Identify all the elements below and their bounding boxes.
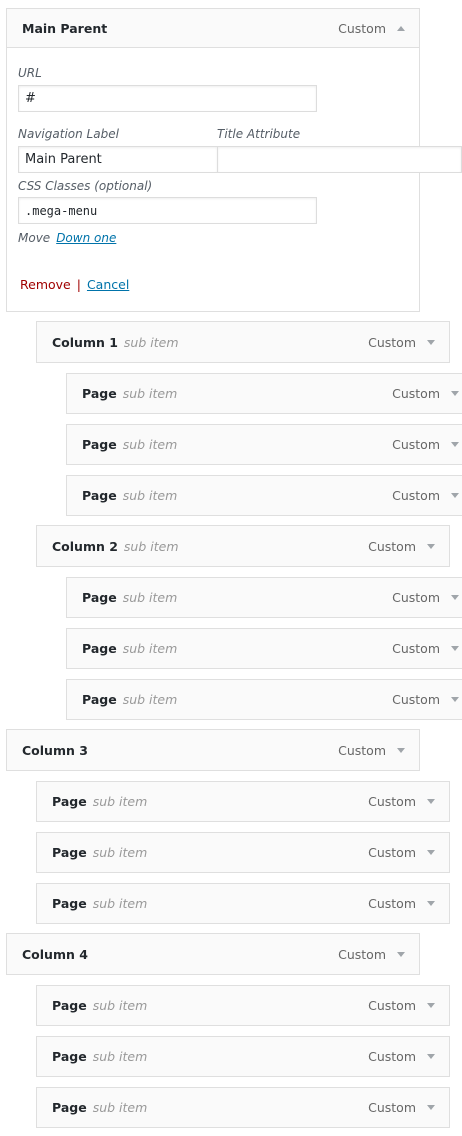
menu-item-subtitle: sub item bbox=[122, 488, 178, 503]
menu-item-subtitle: sub item bbox=[92, 1049, 148, 1064]
menu-item-page[interactable]: Page sub item Custom bbox=[36, 832, 450, 873]
url-input[interactable]: # bbox=[18, 85, 317, 112]
menu-item-title: Page bbox=[82, 386, 117, 401]
expand-arrow-icon[interactable] bbox=[451, 493, 459, 498]
menu-item-title: Column 2 bbox=[52, 538, 118, 554]
menu-item-subtitle: sub item bbox=[123, 538, 179, 554]
menu-item-main-parent[interactable]: Main Parent Custom bbox=[6, 8, 420, 48]
menu-item-title: Page bbox=[52, 794, 87, 809]
menu-item-column-1[interactable]: Column 1 sub item Custom bbox=[36, 321, 450, 363]
css-classes-input[interactable]: .mega-menu bbox=[18, 197, 317, 224]
menu-item-subtitle: sub item bbox=[92, 845, 148, 860]
menu-item-title: Page bbox=[52, 845, 87, 860]
menu-item-type: Custom bbox=[368, 845, 416, 860]
menu-item-column-4[interactable]: Column 4 Custom bbox=[6, 933, 420, 975]
menu-item-title: Page bbox=[52, 1100, 87, 1115]
menu-item-subtitle: sub item bbox=[122, 437, 178, 452]
menu-item-type: Custom bbox=[392, 590, 440, 605]
cancel-link[interactable]: Cancel bbox=[87, 277, 129, 292]
menu-item-subtitle: sub item bbox=[92, 998, 148, 1013]
collapse-arrow-icon[interactable] bbox=[397, 25, 405, 31]
menu-item-type: Custom bbox=[392, 386, 440, 401]
expand-arrow-icon[interactable] bbox=[427, 1054, 435, 1059]
menu-item-settings: URL # Navigation Label Title Attribute M… bbox=[6, 48, 462, 312]
menu-item-type: Custom bbox=[392, 488, 440, 503]
expand-arrow-icon[interactable] bbox=[451, 697, 459, 702]
menu-item-subtitle: sub item bbox=[123, 334, 179, 350]
menu-item-type: Custom bbox=[338, 20, 386, 36]
menu-item-title: Column 1 bbox=[52, 334, 118, 350]
menu-item-title: Column 4 bbox=[22, 946, 88, 962]
expand-arrow-icon[interactable] bbox=[427, 543, 435, 549]
menu-item-subtitle: sub item bbox=[92, 1100, 148, 1115]
menu-item-page[interactable]: Page sub item Custom bbox=[36, 985, 450, 1026]
menu-item-type: Custom bbox=[368, 1100, 416, 1115]
menu-item-subtitle: sub item bbox=[122, 590, 178, 605]
move-label: Move bbox=[18, 231, 51, 245]
menu-item-type: Custom bbox=[392, 437, 440, 452]
move-row: Move Down one bbox=[18, 231, 116, 245]
expand-arrow-icon[interactable] bbox=[451, 442, 459, 447]
menu-item-page[interactable]: Page sub item Custom bbox=[66, 628, 462, 669]
expand-arrow-icon[interactable] bbox=[451, 646, 459, 651]
menu-item-title: Page bbox=[82, 437, 117, 452]
menu-item-type: Custom bbox=[368, 794, 416, 809]
expand-arrow-icon[interactable] bbox=[427, 799, 435, 804]
menu-item-type: Custom bbox=[338, 946, 386, 962]
expand-arrow-icon[interactable] bbox=[397, 951, 405, 957]
menu-item-column-3[interactable]: Column 3 Custom bbox=[6, 729, 420, 771]
menu-item-page[interactable]: Page sub item Custom bbox=[66, 679, 462, 720]
expand-arrow-icon[interactable] bbox=[397, 747, 405, 753]
menu-item-column-2[interactable]: Column 2 sub item Custom bbox=[36, 525, 450, 567]
menu-item-title: Page bbox=[52, 998, 87, 1013]
menu-item-page[interactable]: Page sub item Custom bbox=[66, 424, 462, 465]
menu-item-page[interactable]: Page sub item Custom bbox=[36, 781, 450, 822]
menu-item-subtitle: sub item bbox=[122, 386, 178, 401]
menu-item-title: Page bbox=[82, 692, 117, 707]
menu-item-type: Custom bbox=[368, 1049, 416, 1064]
expand-arrow-icon[interactable] bbox=[427, 901, 435, 906]
expand-arrow-icon[interactable] bbox=[427, 339, 435, 345]
expand-arrow-icon[interactable] bbox=[427, 1105, 435, 1110]
navigation-label-label: Navigation Label bbox=[18, 127, 119, 141]
expand-arrow-icon[interactable] bbox=[427, 850, 435, 855]
separator: | bbox=[76, 277, 81, 292]
menu-item-subtitle: sub item bbox=[92, 896, 148, 911]
menu-item-title: Page bbox=[82, 488, 117, 503]
menu-item-title: Page bbox=[82, 590, 117, 605]
menu-item-title: Column 3 bbox=[22, 742, 88, 758]
menu-item-type: Custom bbox=[392, 692, 440, 707]
menu-item-title: Main Parent bbox=[22, 20, 108, 36]
remove-link[interactable]: Remove bbox=[20, 277, 71, 292]
expand-arrow-icon[interactable] bbox=[451, 391, 459, 396]
css-classes-label: CSS Classes (optional) bbox=[18, 179, 153, 193]
menu-item-subtitle: sub item bbox=[122, 692, 178, 707]
menu-item-type: Custom bbox=[368, 998, 416, 1013]
url-label: URL bbox=[18, 66, 42, 80]
menu-item-page[interactable]: Page sub item Custom bbox=[36, 1036, 450, 1077]
move-down-one-link[interactable]: Down one bbox=[56, 231, 116, 245]
menu-item-title: Page bbox=[52, 896, 87, 911]
menu-item-page[interactable]: Page sub item Custom bbox=[66, 373, 462, 414]
menu-item-type: Custom bbox=[368, 896, 416, 911]
expand-arrow-icon[interactable] bbox=[427, 1003, 435, 1008]
menu-item-page[interactable]: Page sub item Custom bbox=[66, 577, 462, 618]
menu-item-type: Custom bbox=[368, 538, 416, 554]
menu-item-page[interactable]: Page sub item Custom bbox=[66, 475, 462, 516]
item-actions: Remove | Cancel bbox=[20, 277, 129, 292]
menu-item-type: Custom bbox=[338, 742, 386, 758]
menu-item-page[interactable]: Page sub item Custom bbox=[36, 883, 450, 924]
menu-item-page[interactable]: Page sub item Custom bbox=[36, 1087, 450, 1128]
menu-item-title: Page bbox=[52, 1049, 87, 1064]
menu-item-type: Custom bbox=[368, 334, 416, 350]
navigation-label-input[interactable]: Main Parent bbox=[18, 146, 218, 173]
title-attribute-input[interactable] bbox=[217, 146, 462, 173]
menu-item-title: Page bbox=[82, 641, 117, 656]
menu-item-type: Custom bbox=[392, 641, 440, 656]
expand-arrow-icon[interactable] bbox=[451, 595, 459, 600]
menu-item-subtitle: sub item bbox=[122, 641, 178, 656]
menu-item-subtitle: sub item bbox=[92, 794, 148, 809]
title-attribute-label: Title Attribute bbox=[217, 127, 301, 141]
